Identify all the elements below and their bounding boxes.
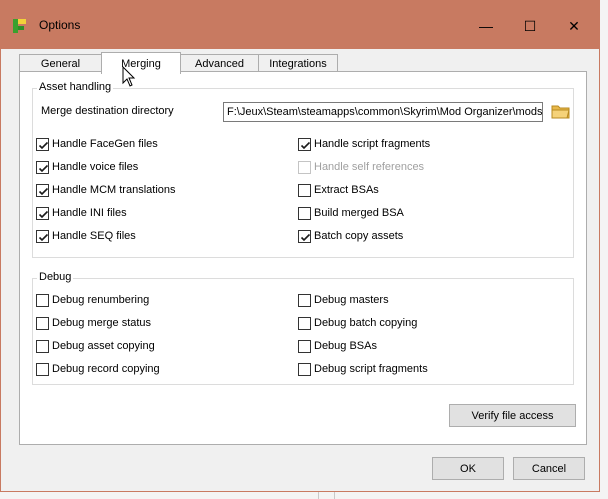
checkbox-unchecked-icon[interactable] [36, 316, 49, 330]
verify-file-access-button[interactable]: Verify file access [449, 404, 576, 427]
checkbox-label: Debug BSAs [314, 340, 377, 352]
checkbox-checked-icon[interactable] [36, 160, 49, 174]
checkbox-label: Extract BSAs [314, 184, 379, 196]
checkbox-unchecked-icon[interactable] [298, 362, 311, 376]
checkbox-label: Debug masters [314, 294, 389, 306]
checkbox-handle-seq-files[interactable]: Handle SEQ files [36, 228, 136, 244]
checkbox-label: Debug renumbering [52, 294, 150, 306]
ok-button[interactable]: OK [432, 457, 504, 480]
debug-group: Debug Debug renumbering Debug merge statu… [32, 271, 574, 385]
dialog-content: General Merging Advanced Integrations As… [1, 49, 599, 491]
tab-label: General [40, 58, 81, 70]
checkbox-debug-record-copying[interactable]: Debug record copying [36, 361, 160, 377]
checkbox-checked-icon[interactable] [298, 229, 311, 243]
checkbox-build-merged-bsa[interactable]: Build merged BSA [298, 205, 404, 221]
checkbox-label: Handle INI files [52, 207, 127, 219]
app-icon [13, 19, 26, 33]
checkbox-handle-script-fragments[interactable]: Handle script fragments [298, 136, 430, 152]
checkbox-label: Handle script fragments [314, 138, 431, 150]
checkbox-unchecked-icon[interactable] [298, 183, 311, 197]
checkbox-label: Build merged BSA [314, 207, 404, 219]
asset-handling-group: Asset handling Merge destination directo… [32, 81, 574, 258]
checkbox-handle-ini-files[interactable]: Handle INI files [36, 205, 127, 221]
checkbox-unchecked-icon[interactable] [298, 206, 311, 220]
checkbox-debug-asset-copying[interactable]: Debug asset copying [36, 338, 155, 354]
options-window: Options — ☐ ✕ General Merging Advanced I… [0, 0, 600, 492]
group-title: Debug [37, 271, 74, 283]
checkbox-handle-voice-files[interactable]: Handle voice files [36, 159, 138, 175]
checkbox-checked-icon[interactable] [36, 183, 49, 197]
checkbox-unchecked-icon [298, 160, 311, 174]
checkbox-handle-facegen-files[interactable]: Handle FaceGen files [36, 136, 158, 152]
minimize-icon: — [479, 18, 493, 34]
checkbox-debug-merge-status[interactable]: Debug merge status [36, 315, 151, 331]
cancel-button[interactable]: Cancel [513, 457, 585, 480]
window-title: Options [39, 18, 81, 32]
tab-label: Advanced [195, 58, 244, 70]
group-title: Asset handling [37, 81, 114, 93]
maximize-button[interactable]: ☐ [508, 9, 552, 43]
checkbox-label: Handle FaceGen files [52, 138, 158, 150]
checkbox-label: Debug record copying [52, 363, 160, 375]
checkbox-handle-mcm-translations[interactable]: Handle MCM translations [36, 182, 176, 198]
checkbox-checked-icon[interactable] [298, 137, 311, 151]
folder-icon[interactable] [551, 102, 571, 120]
mouse-cursor-icon [122, 66, 136, 87]
checkbox-label: Debug script fragments [314, 363, 428, 375]
checkbox-checked-icon[interactable] [36, 206, 49, 220]
tab-label: Integrations [269, 58, 327, 70]
checkbox-label: Batch copy assets [314, 230, 404, 242]
checkbox-unchecked-icon[interactable] [36, 362, 49, 376]
checkbox-debug-renumbering[interactable]: Debug renumbering [36, 292, 149, 308]
checkbox-batch-copy-assets[interactable]: Batch copy assets [298, 228, 403, 244]
minimize-button[interactable]: — [464, 9, 508, 43]
checkbox-unchecked-icon[interactable] [298, 339, 311, 353]
checkbox-debug-bsas[interactable]: Debug BSAs [298, 338, 377, 354]
checkbox-unchecked-icon[interactable] [36, 339, 49, 353]
checkbox-debug-batch-copying[interactable]: Debug batch copying [298, 315, 417, 331]
merging-panel: Asset handling Merge destination directo… [19, 71, 587, 445]
checkbox-unchecked-icon[interactable] [298, 293, 311, 307]
close-button[interactable]: ✕ [552, 9, 596, 43]
close-icon: ✕ [568, 17, 580, 34]
titlebar[interactable]: Options — ☐ ✕ [1, 1, 599, 49]
checkbox-label: Handle voice files [52, 161, 139, 173]
checkbox-label: Handle self references [314, 161, 425, 173]
checkbox-extract-bsas[interactable]: Extract BSAs [298, 182, 379, 198]
checkbox-label: Handle MCM translations [52, 184, 176, 196]
checkbox-checked-icon[interactable] [36, 137, 49, 151]
checkbox-debug-masters[interactable]: Debug masters [298, 292, 389, 308]
checkbox-label: Debug merge status [52, 317, 152, 329]
checkbox-label: Handle SEQ files [52, 230, 136, 242]
maximize-icon: ☐ [523, 17, 537, 34]
merge-dir-label: Merge destination directory [41, 105, 174, 117]
checkbox-label: Debug batch copying [314, 317, 418, 329]
checkbox-label: Debug asset copying [52, 340, 155, 352]
checkbox-unchecked-icon[interactable] [298, 316, 311, 330]
tab-merging[interactable]: Merging [101, 52, 181, 74]
checkbox-debug-script-fragments[interactable]: Debug script fragments [298, 361, 428, 377]
checkbox-checked-icon[interactable] [36, 229, 49, 243]
checkbox-handle-self-references: Handle self references [298, 159, 424, 175]
checkbox-unchecked-icon[interactable] [36, 293, 49, 307]
merge-dir-input[interactable]: F:\Jeux\Steam\steamapps\common\Skyrim\Mo… [223, 102, 543, 122]
